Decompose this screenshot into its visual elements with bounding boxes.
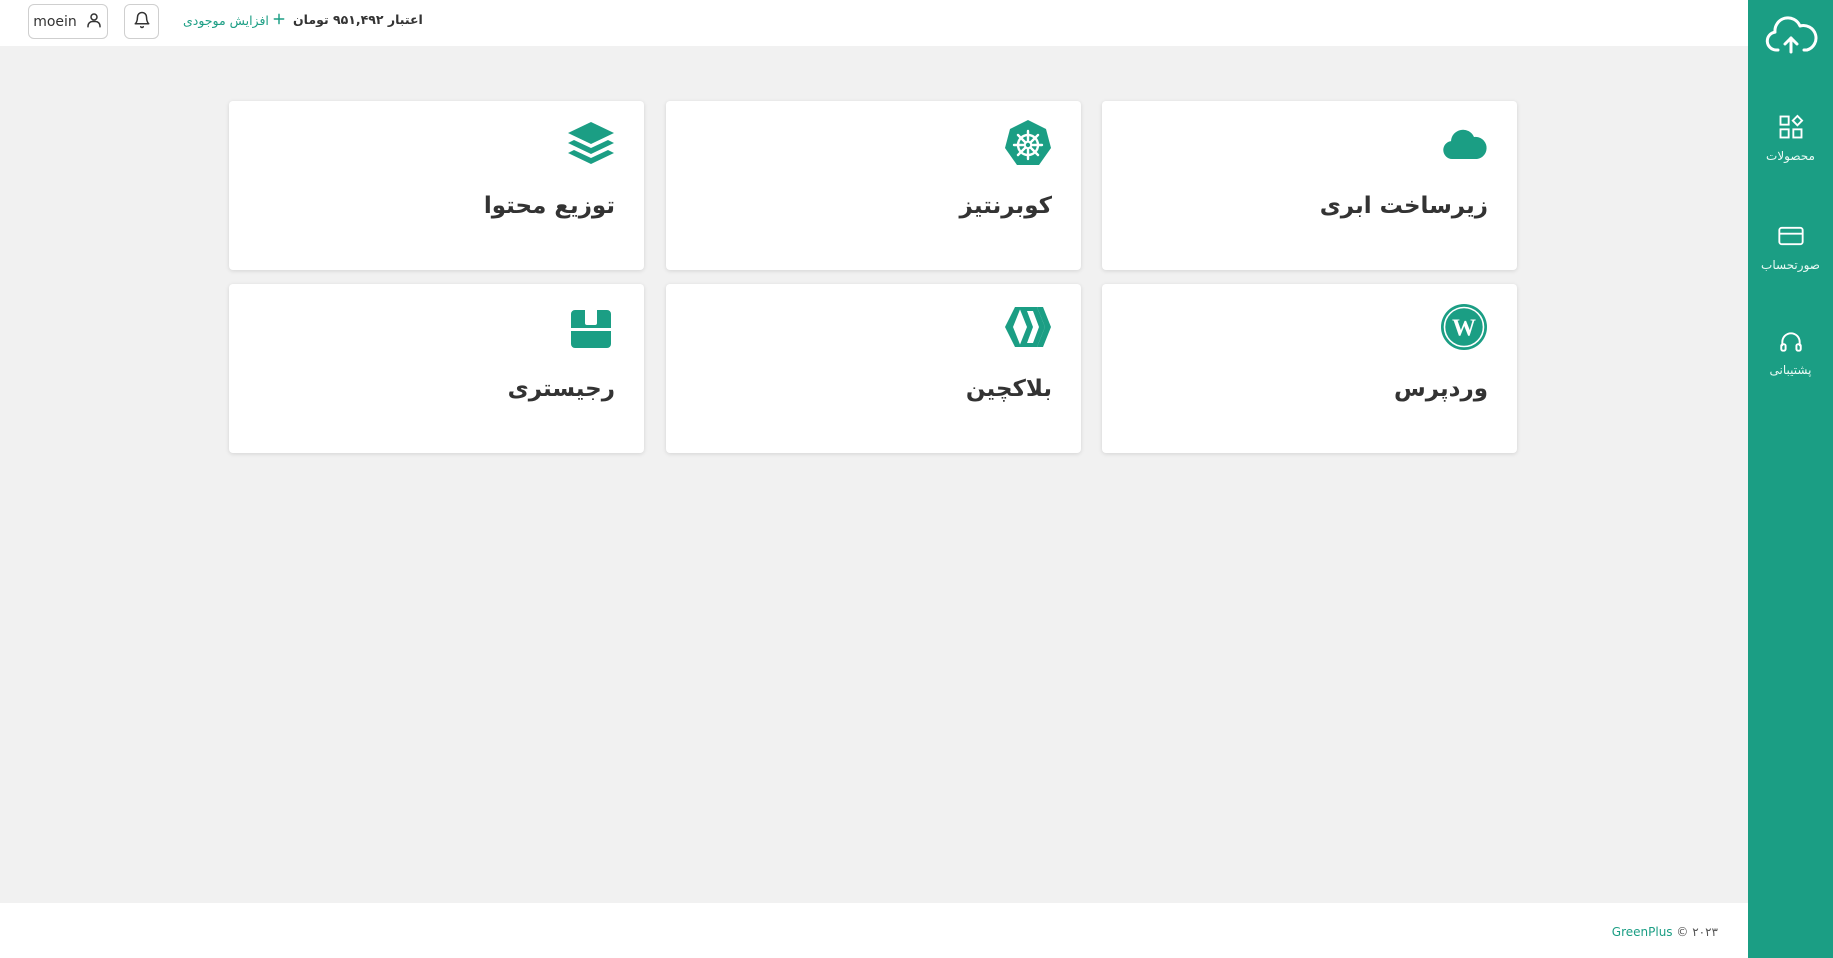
user-icon (85, 11, 103, 33)
copyright-year: © ۲۰۲۳ (1676, 925, 1718, 939)
credit-display: اعتبار ۹۵۱,۴۹۲ تومان (293, 12, 423, 27)
sidebar-item-support[interactable]: پشتیبانی (1748, 329, 1833, 377)
sidebar: محصولات صورتحساب پشتیبانی (1748, 0, 1833, 958)
footer-copyright: GreenPlus © ۲۰۲۳ (1612, 925, 1718, 939)
sidebar-item-products[interactable]: محصولات (1748, 113, 1833, 163)
wordpress-icon: W (1439, 302, 1489, 352)
bell-icon (133, 11, 151, 33)
logo[interactable] (1748, 14, 1833, 60)
product-card-cdn[interactable]: توزیع محتوا (229, 101, 644, 270)
product-title: بلاکچین (965, 376, 1052, 402)
products-icon (1777, 114, 1805, 145)
sidebar-item-label: صورتحساب (1761, 258, 1820, 272)
svg-text:W: W (1452, 316, 1476, 342)
product-title: زیرساخت ابری (1319, 193, 1488, 219)
top-header: moein افزایش موجودی اعتبار ۹۵۱,۴۹۲ تومان (0, 0, 1748, 46)
sidebar-item-billing[interactable]: صورتحساب (1748, 222, 1833, 272)
credit-amount: ۹۵۱,۴۹۲ (333, 12, 384, 27)
headset-icon (1778, 332, 1804, 359)
footer: GreenPlus © ۲۰۲۳ (0, 903, 1748, 958)
username: moein (33, 13, 77, 30)
plus-icon (272, 12, 286, 29)
credit-card-icon (1777, 226, 1805, 254)
topup-link[interactable]: افزایش موجودی (183, 12, 286, 29)
layers-icon (566, 119, 616, 169)
product-title: رجیستری (507, 376, 615, 402)
credit-label: اعتبار (387, 12, 423, 27)
cloud-icon (1439, 119, 1489, 169)
box-icon (566, 302, 616, 352)
user-menu-button[interactable]: moein (28, 4, 108, 39)
product-title: کوبرنتیز (959, 193, 1052, 219)
kubernetes-icon (1003, 119, 1053, 169)
product-card-wordpress[interactable]: W وردپرس (1102, 284, 1517, 453)
topup-label: افزایش موجودی (183, 13, 269, 28)
product-card-cloud[interactable]: زیرساخت ابری (1102, 101, 1517, 270)
notifications-button[interactable] (124, 4, 159, 39)
sidebar-item-label: محصولات (1766, 149, 1815, 163)
sidebar-item-label: پشتیبانی (1769, 363, 1812, 377)
product-title: توزیع محتوا (483, 193, 615, 219)
blockchain-icon (1003, 302, 1053, 352)
credit-currency: تومان (293, 12, 329, 27)
product-card-kubernetes[interactable]: کوبرنتیز (666, 101, 1081, 270)
product-title: وردپرس (1393, 376, 1488, 402)
footer-brand-link[interactable]: GreenPlus (1612, 925, 1673, 939)
product-card-registry[interactable]: رجیستری (229, 284, 644, 453)
product-card-blockchain[interactable]: بلاکچین (666, 284, 1081, 453)
cloud-logo-icon (1764, 16, 1818, 60)
